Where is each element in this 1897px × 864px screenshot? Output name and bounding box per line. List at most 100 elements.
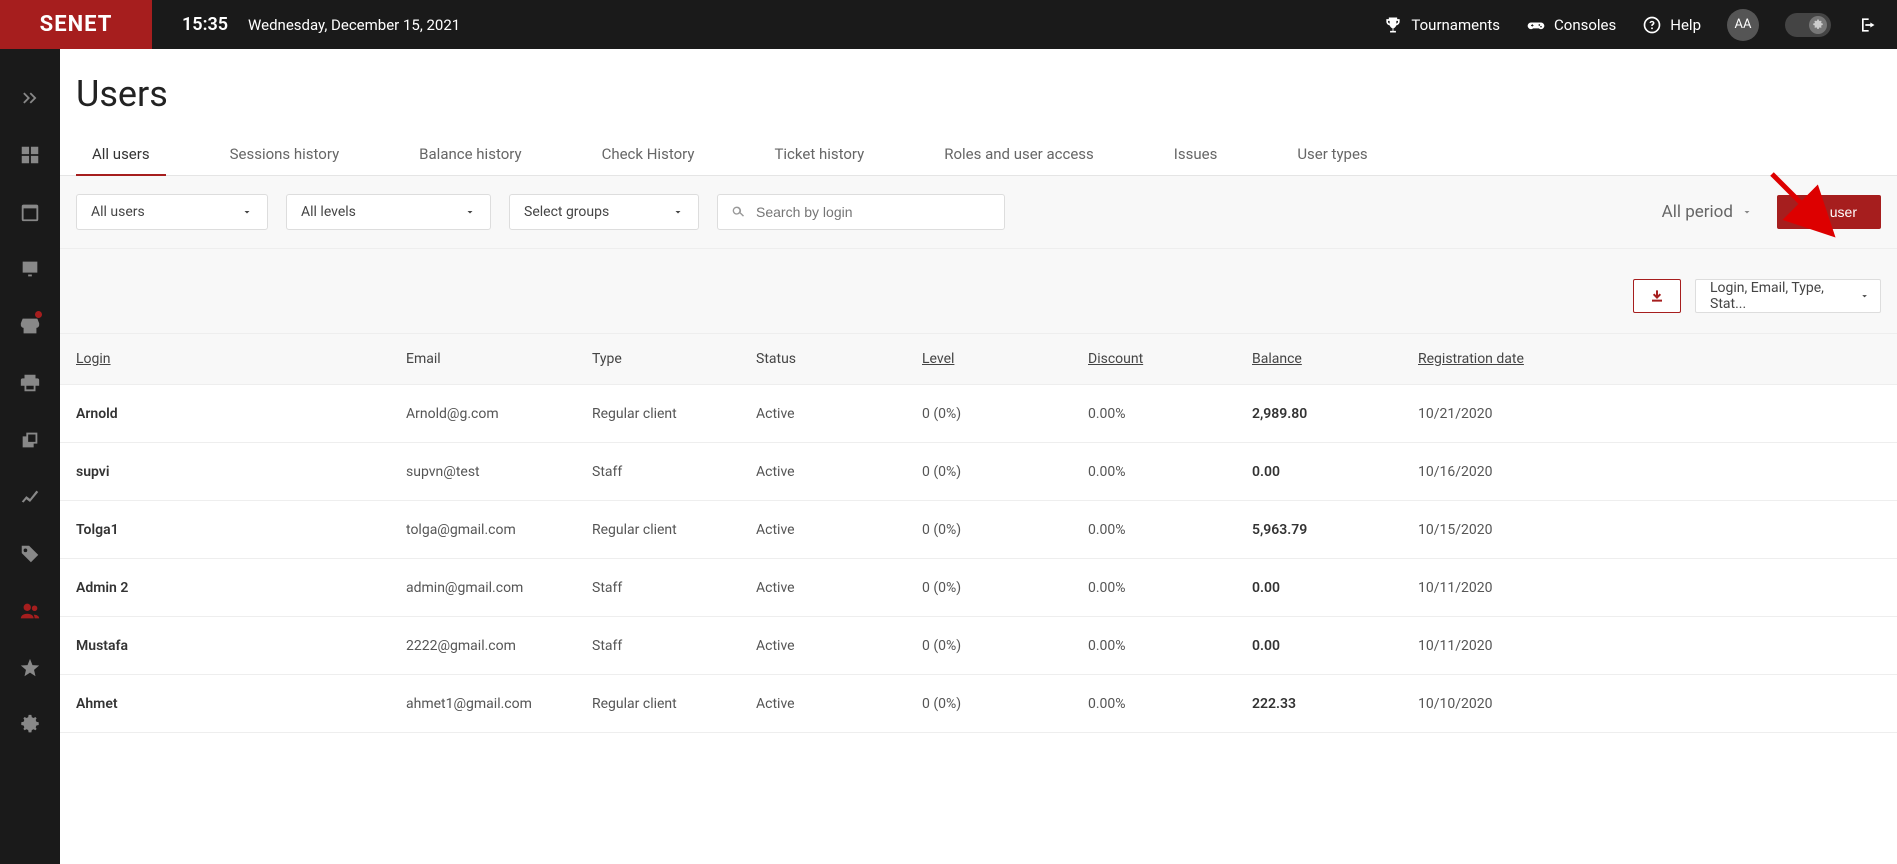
levels-filter-select[interactable]: All levels xyxy=(286,194,491,230)
search-wrapper xyxy=(717,194,1005,230)
gear-icon xyxy=(19,714,41,736)
chevron-down-icon xyxy=(464,206,476,218)
td-login: Arnold xyxy=(76,406,406,422)
th-email[interactable]: Email xyxy=(406,351,592,367)
td-type: Regular client xyxy=(592,406,756,422)
sidebar-item-analytics[interactable] xyxy=(0,468,60,525)
sidebar-item-users[interactable] xyxy=(0,582,60,639)
download-icon xyxy=(1649,288,1665,304)
td-discount: 0.00% xyxy=(1088,696,1252,712)
tab-all-users[interactable]: All users xyxy=(76,135,166,175)
td-discount: 0.00% xyxy=(1088,522,1252,538)
help-icon xyxy=(1642,15,1662,35)
users-filter-select[interactable]: All users xyxy=(76,194,268,230)
table-row[interactable]: ArnoldArnold@g.comRegular clientActive0 … xyxy=(60,385,1897,443)
tab-sessions-history[interactable]: Sessions history xyxy=(214,135,356,175)
td-email: 2222@gmail.com xyxy=(406,638,592,654)
avatar[interactable]: AA xyxy=(1727,9,1759,41)
td-login: Mustafa xyxy=(76,638,406,654)
sidebar-item-print[interactable] xyxy=(0,354,60,411)
td-email: ahmet1@gmail.com xyxy=(406,696,592,712)
td-balance: 222.33 xyxy=(1252,696,1418,712)
sidebar-item-tag[interactable] xyxy=(0,525,60,582)
logout-icon[interactable] xyxy=(1857,15,1877,35)
table-row[interactable]: Ahmetahmet1@gmail.comRegular clientActiv… xyxy=(60,675,1897,733)
table-row[interactable]: Mustafa2222@gmail.comStaffActive0 (0%)0.… xyxy=(60,617,1897,675)
sidebar-item-copy[interactable] xyxy=(0,411,60,468)
td-registration: 10/21/2020 xyxy=(1418,406,1881,422)
consoles-label: Consoles xyxy=(1554,16,1616,34)
tab-user-types[interactable]: User types xyxy=(1281,135,1383,175)
th-balance[interactable]: Balance xyxy=(1252,351,1418,367)
td-discount: 0.00% xyxy=(1088,464,1252,480)
sub-toolbar: Login, Email, Type, Stat... xyxy=(60,249,1897,333)
chevron-down-icon xyxy=(1859,290,1870,302)
sidebar-item-1[interactable] xyxy=(0,126,60,183)
users-icon xyxy=(19,600,41,622)
groups-filter-select[interactable]: Select groups xyxy=(509,194,699,230)
sidebar-item-star[interactable] xyxy=(0,639,60,696)
help-link[interactable]: Help xyxy=(1642,15,1701,35)
td-discount: 0.00% xyxy=(1088,580,1252,596)
search-input[interactable] xyxy=(756,204,992,220)
page-title: Users xyxy=(76,73,1881,115)
filters-right: All period Add user xyxy=(1662,195,1881,229)
tab-roles-and-user-access[interactable]: Roles and user access xyxy=(928,135,1110,175)
topbar: SENET 15:35 Wednesday, December 15, 2021… xyxy=(0,0,1897,49)
th-level[interactable]: Level xyxy=(922,351,1088,367)
search-icon xyxy=(730,204,746,220)
grid-icon xyxy=(19,144,41,166)
td-registration: 10/11/2020 xyxy=(1418,580,1881,596)
table-row[interactable]: supvisupvn@testStaffActive0 (0%)0.00%0.0… xyxy=(60,443,1897,501)
td-type: Staff xyxy=(592,580,756,596)
td-balance: 2,989.80 xyxy=(1252,406,1418,422)
th-status[interactable]: Status xyxy=(756,351,922,367)
table-row[interactable]: Admin 2admin@gmail.comStaffActive0 (0%)0… xyxy=(60,559,1897,617)
th-registration[interactable]: Registration date xyxy=(1418,351,1881,367)
td-status: Active xyxy=(756,522,922,538)
table-row[interactable]: Tolga1tolga@gmail.comRegular clientActiv… xyxy=(60,501,1897,559)
download-button[interactable] xyxy=(1633,279,1681,313)
consoles-link[interactable]: Consoles xyxy=(1526,15,1616,35)
copy-icon xyxy=(19,429,41,451)
levels-filter-label: All levels xyxy=(301,204,356,220)
settings-toggle[interactable] xyxy=(1785,13,1831,37)
users-filter-label: All users xyxy=(91,204,145,220)
td-login: Admin 2 xyxy=(76,580,406,596)
sidebar-item-2[interactable] xyxy=(0,183,60,240)
period-select[interactable]: All period xyxy=(1662,202,1753,222)
filters-row: All users All levels Select groups All p… xyxy=(60,176,1897,249)
sidebar-item-4[interactable] xyxy=(0,297,60,354)
th-discount[interactable]: Discount xyxy=(1088,351,1252,367)
sidebar-expand[interactable] xyxy=(0,69,60,126)
tournaments-link[interactable]: Tournaments xyxy=(1383,15,1500,35)
tab-check-history[interactable]: Check History xyxy=(586,135,711,175)
topbar-right: Tournaments Consoles Help AA xyxy=(1383,0,1897,49)
th-type[interactable]: Type xyxy=(592,351,756,367)
td-level: 0 (0%) xyxy=(922,638,1088,654)
gamepad-icon xyxy=(1526,15,1546,35)
td-type: Staff xyxy=(592,464,756,480)
clock-time: 15:35 xyxy=(182,14,228,35)
add-user-button[interactable]: Add user xyxy=(1777,195,1881,229)
td-level: 0 (0%) xyxy=(922,580,1088,596)
printer-icon xyxy=(19,372,41,394)
tab-balance-history[interactable]: Balance history xyxy=(403,135,537,175)
users-table: Login Email Type Status Level Discount B… xyxy=(60,333,1897,733)
td-login: supvi xyxy=(76,464,406,480)
page-header: Users xyxy=(60,49,1897,135)
sidebar-item-settings[interactable] xyxy=(0,696,60,753)
td-registration: 10/10/2020 xyxy=(1418,696,1881,712)
td-level: 0 (0%) xyxy=(922,696,1088,712)
td-balance: 0.00 xyxy=(1252,580,1418,596)
notification-dot xyxy=(35,311,42,318)
tab-issues[interactable]: Issues xyxy=(1158,135,1234,175)
td-status: Active xyxy=(756,580,922,596)
chevron-down-icon xyxy=(1741,206,1753,218)
columns-select[interactable]: Login, Email, Type, Stat... xyxy=(1695,279,1881,313)
tab-ticket-history[interactable]: Ticket history xyxy=(758,135,880,175)
sidebar-item-3[interactable] xyxy=(0,240,60,297)
td-level: 0 (0%) xyxy=(922,406,1088,422)
td-status: Active xyxy=(756,464,922,480)
th-login[interactable]: Login xyxy=(76,351,406,367)
